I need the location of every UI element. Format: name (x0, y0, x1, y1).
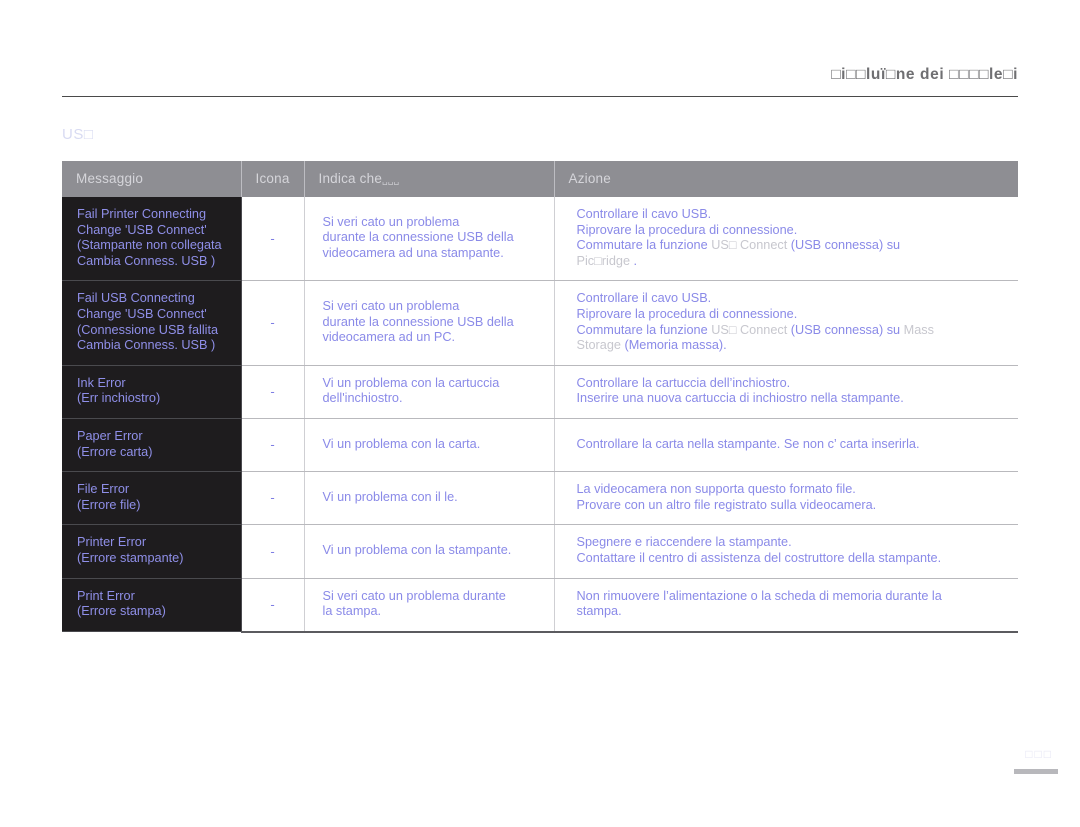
action-text: Commutare la funzione (576, 238, 712, 253)
cell-icon: - (241, 365, 305, 419)
header-divider (62, 96, 1018, 97)
cell-indicates: Vi un problema con la stampante. (304, 524, 555, 579)
table-header: Messaggio Icona Indica che␣␣␣ Azione (62, 161, 1018, 197)
cell-icon: - (241, 578, 305, 633)
table-row: Fail Printer Connecting Change 'USB Conne… (62, 197, 1018, 282)
column-header-icona-label: Icona (255, 171, 290, 186)
action-line: Provare con un altro file registrato sul… (577, 498, 1007, 514)
column-header-indica-che-label: Indica che (318, 171, 383, 186)
action-text: Commutare la funzione (576, 322, 712, 337)
cell-icon: - (241, 471, 305, 526)
action-text: (Memoria massa). (620, 338, 727, 353)
cell-message: Print Error (Errore stampa) (62, 578, 242, 633)
cell-action: Controllare il cavo USB. Riprovare la pro… (554, 197, 1018, 282)
cell-icon: - (241, 197, 305, 282)
action-text: Non rimuovere l’alimentazione o la sched… (576, 588, 942, 603)
menu-term: US□ Connect (711, 238, 788, 253)
action-line: Commutare la funzione US□ Connect (USB c… (577, 238, 1007, 254)
action-text: Riprovare la procedura di connessione. (576, 222, 798, 237)
column-header-messaggio: Messaggio (62, 161, 242, 197)
action-text: Controllare la cartuccia dell’inchiostro… (576, 375, 791, 390)
cell-indicates: Vi un problema con la cartuccia dell'inch… (304, 365, 555, 419)
table-header-row: Messaggio Icona Indica che␣␣␣ Azione (62, 161, 1018, 197)
table-row: Ink Error (Err inchiostro) - Vi un problema… (62, 365, 1018, 419)
cell-indicates: Vi un problema con il le. (304, 471, 555, 526)
column-header-indica-che-suffix: ␣␣␣ (382, 175, 400, 185)
cell-indicates: Si veri cato un problema durante la conne… (304, 280, 555, 366)
action-line: Pic□ridge . (577, 254, 1007, 270)
action-line: Riprovare la procedura di connessione. (577, 307, 1007, 323)
cell-icon: - (241, 280, 305, 366)
action-text: (USB connessa) su (787, 238, 901, 253)
column-header-icona: Icona (241, 161, 305, 197)
cell-action: Controllare il cavo USB. Riprovare la pro… (554, 280, 1018, 366)
cell-action: Controllare la carta nella stampante. Se… (554, 418, 1018, 473)
action-line: La videocamera non supporta questo forma… (577, 482, 1007, 498)
cell-message: File Error (Errore file) (62, 471, 242, 526)
section-label-usb: US□ (62, 126, 94, 143)
action-line: Contattare il centro di assistenza del c… (577, 551, 1007, 567)
table-row: Fail USB Connecting Change 'USB Connect'(… (62, 280, 1018, 366)
cell-message: Paper Error (Errore carta) (62, 418, 242, 473)
cell-icon: - (241, 418, 305, 473)
action-text: (USB connessa) su (787, 322, 904, 337)
menu-term: Mass (903, 322, 934, 337)
action-text: La videocamera non supporta questo forma… (576, 482, 856, 497)
action-text: Riprovare la procedura di connessione. (576, 306, 798, 321)
cell-message: Fail USB Connecting Change 'USB Connect'(… (62, 280, 242, 366)
table-row: Print Error (Errore stampa) - Si veri cato … (62, 578, 1018, 633)
action-line: Controllare la carta nella stampante. Se… (577, 437, 1007, 453)
action-text: Controllare la carta nella stampante. Se… (576, 436, 920, 451)
cell-action: La videocamera non supporta questo forma… (554, 471, 1018, 526)
running-head-title: □i□□luï□ne dei □□□□le□i (831, 66, 1018, 83)
table-body: Fail Printer Connecting Change 'USB Conne… (62, 197, 1018, 633)
action-line: Non rimuovere l’alimentazione o la sched… (577, 589, 1007, 605)
page-number: □□□ (1025, 747, 1053, 761)
column-header-messaggio-label: Messaggio (76, 171, 144, 186)
page-root: □i□□luï□ne dei □□□□le□i US□ Messaggio Ic… (0, 0, 1080, 827)
cell-message: Ink Error (Err inchiostro) (62, 365, 242, 419)
cell-indicates: Vi un problema con la carta. (304, 418, 555, 473)
column-header-azione: Azione (554, 161, 1018, 197)
cell-action: Controllare la cartuccia dell’inchiostro… (554, 365, 1018, 419)
action-line: Controllare il cavo USB. (577, 207, 1007, 223)
menu-term: US□ Connect (711, 322, 788, 337)
action-line: Storage (Memoria massa). (577, 338, 1007, 354)
message-table-container: Messaggio Icona Indica che␣␣␣ Azione Fai… (62, 161, 1018, 633)
action-line: Spegnere e riaccendere la stampante. (577, 535, 1007, 551)
menu-term: Storage (576, 338, 621, 353)
column-header-indica-che: Indica che␣␣␣ (304, 161, 555, 197)
action-line: Controllare la cartuccia dell’inchiostro… (577, 376, 1007, 392)
action-text: Provare con un altro file registrato sul… (576, 497, 877, 512)
menu-term: Pic□ridge (576, 253, 631, 268)
action-line: stampa. (577, 604, 1007, 620)
cell-message: Printer Error (Errore stampante) (62, 524, 242, 579)
action-line: Controllare il cavo USB. (577, 291, 1007, 307)
action-text: . (630, 253, 638, 268)
cell-indicates: Si veri cato un problema durante la conne… (304, 197, 555, 282)
column-header-azione-label: Azione (568, 171, 611, 186)
action-text: Controllare il cavo USB. (576, 207, 712, 221)
cell-message: Fail Printer Connecting Change 'USB Conne… (62, 197, 242, 282)
action-text: Controllare il cavo USB. (576, 291, 712, 306)
cell-action: Non rimuovere l’alimentazione o la sched… (554, 578, 1018, 633)
table-row: Paper Error (Errore carta) - Vi un problema… (62, 418, 1018, 473)
action-line: Inserire una nuova cartuccia di inchiost… (577, 391, 1007, 407)
action-text: stampa. (576, 604, 622, 619)
message-table: Messaggio Icona Indica che␣␣␣ Azione Fai… (62, 161, 1018, 633)
cell-action: Spegnere e riaccendere la stampante. Cont… (554, 524, 1018, 579)
cell-indicates: Si veri cato un problema durante la stamp… (304, 578, 555, 633)
action-line: Commutare la funzione US□ Connect (USB c… (577, 323, 1007, 339)
action-text: Inserire una nuova cartuccia di inchiost… (576, 391, 904, 406)
table-row: Printer Error (Errore stampante) - Vi un pr… (62, 524, 1018, 579)
table-row: File Error (Errore file) - Vi un problema c… (62, 471, 1018, 526)
action-text: Spegnere e riaccendere la stampante. (576, 535, 792, 550)
action-line: Riprovare la procedura di connessione. (577, 223, 1007, 239)
action-text: Contattare il centro di assistenza del c… (576, 550, 942, 565)
cell-icon: - (241, 524, 305, 579)
footer-bar (1014, 769, 1058, 774)
